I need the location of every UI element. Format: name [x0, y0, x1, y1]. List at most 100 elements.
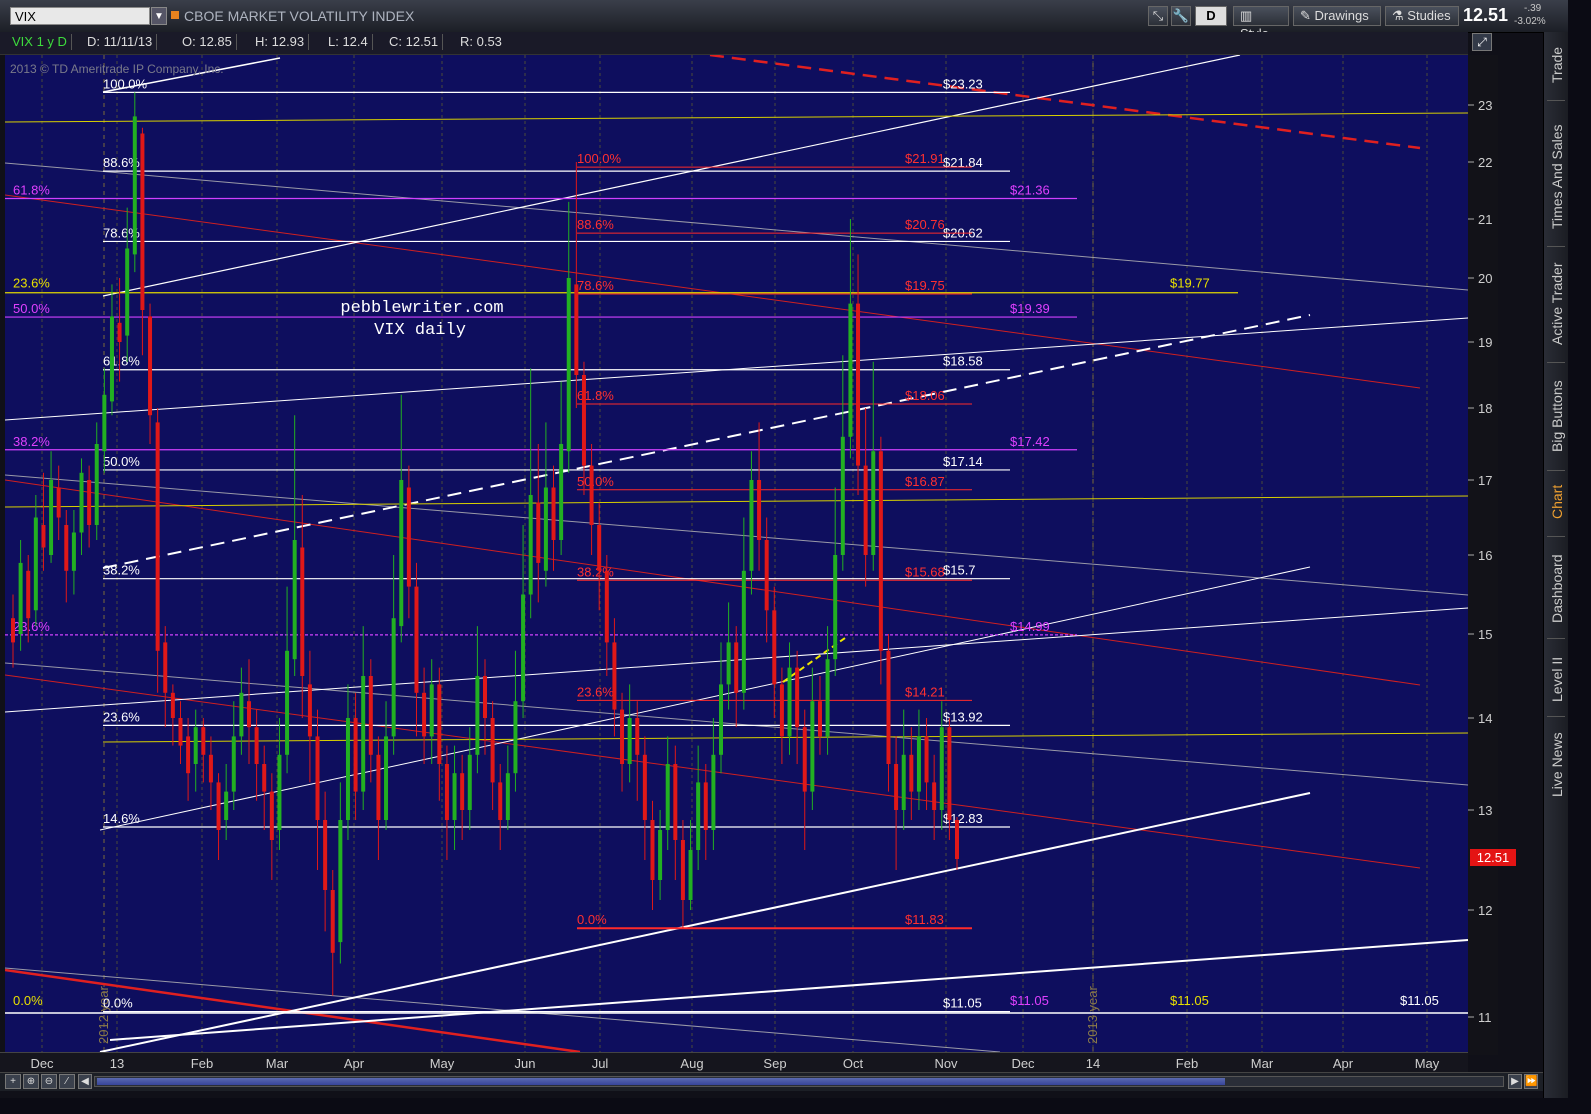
- candle-body: [521, 594, 526, 702]
- date-axis-label: 13: [110, 1056, 124, 1071]
- studies-menu-button[interactable]: ⚗ Studies: [1385, 6, 1459, 26]
- candle-body: [132, 116, 137, 255]
- symbol-input[interactable]: [10, 7, 150, 25]
- year-marker-2013: 2013 year: [1085, 986, 1100, 1044]
- watermark-line-1: pebblewriter.com: [340, 299, 503, 318]
- candle-body: [437, 684, 442, 764]
- drawing-tool-button[interactable]: ⤡: [1148, 6, 1168, 26]
- candle[interactable]: [132, 92, 137, 273]
- bar-low: L: 12.4: [328, 34, 373, 50]
- candle-body: [597, 525, 602, 571]
- candle-body: [642, 754, 647, 820]
- fib-white-percent: 14.6%: [103, 811, 140, 826]
- candle-body: [528, 495, 533, 595]
- candle-body: [18, 562, 23, 634]
- date-axis-label: Apr: [1333, 1056, 1354, 1071]
- candle-body: [749, 480, 754, 571]
- candle-body: [414, 586, 419, 693]
- candle-body: [795, 667, 800, 728]
- time-scrollbar[interactable]: [94, 1076, 1504, 1087]
- drawings-label: Drawings: [1314, 8, 1369, 23]
- right-price-label: $11.05: [1400, 993, 1439, 1008]
- side-divider: [1547, 470, 1565, 471]
- side-tab-live-news[interactable]: Live News: [1546, 724, 1568, 806]
- fib-red-percent: 50.0%: [577, 474, 614, 489]
- candle-body: [856, 303, 861, 466]
- candle-body: [201, 727, 206, 755]
- arrow-left-icon: ◀: [81, 1076, 89, 1087]
- bar-close: C: 12.51: [389, 34, 444, 50]
- fib-white-price: $18.58: [943, 354, 983, 369]
- symbol-dropdown-button[interactable]: ▼: [151, 7, 167, 25]
- candle-body: [559, 444, 564, 540]
- symbol-description: CBOE MARKET VOLATILITY INDEX: [184, 8, 415, 24]
- draw-line-button[interactable]: ⁄: [59, 1074, 75, 1089]
- fib-white-percent: 23.6%: [103, 709, 140, 724]
- price-chart[interactable]: 2012 year 2013 year 100.0% $23.23 88.6% $21.8…: [5, 55, 1492, 1054]
- date-axis[interactable]: Dec 13 Feb Mar Apr May Jun Jul Aug Sep Oct Nov Dec 14…: [0, 1052, 1468, 1073]
- percent-change: -3.02%: [1514, 16, 1546, 27]
- side-tab-chart[interactable]: Chart: [1546, 476, 1568, 528]
- zoom-out-button[interactable]: ⊖: [41, 1074, 57, 1089]
- zoom-in-button[interactable]: ⊕: [23, 1074, 39, 1089]
- scroll-left-button[interactable]: ◀: [78, 1074, 92, 1089]
- side-tab-active-trader[interactable]: Active Trader: [1546, 252, 1568, 356]
- side-tab-level-ii[interactable]: Level II: [1546, 646, 1568, 712]
- last-price: 12.51: [1463, 5, 1509, 25]
- scroll-end-button[interactable]: ⏩: [1524, 1074, 1538, 1089]
- side-tab-times-and-sales[interactable]: Times And Sales: [1546, 112, 1568, 242]
- candle-body: [125, 248, 130, 336]
- price-axis-label: 11: [1478, 1010, 1492, 1025]
- scroll-right-button[interactable]: ▶: [1508, 1074, 1522, 1089]
- fib-red-percent: 0.0%: [577, 912, 607, 927]
- fib-yellow-percent: 23.6%: [13, 276, 50, 291]
- candle-body: [376, 754, 381, 820]
- candle-body: [399, 480, 404, 627]
- fib-red-price: $14.21: [905, 684, 945, 699]
- candle-body: [680, 840, 685, 900]
- chart-bottom-bar: + ⊕ ⊖ ⁄ ◀ ▶ ⏩: [0, 1072, 1543, 1091]
- candle-body: [536, 502, 541, 563]
- style-menu-button[interactable]: ▥ Style: [1233, 6, 1289, 41]
- fib-magenta-price: $21.36: [1010, 182, 1050, 197]
- side-tab-trade[interactable]: Trade: [1546, 38, 1568, 92]
- chart-period-label[interactable]: VIX 1 y D: [12, 34, 72, 50]
- aggregation-button[interactable]: D: [1195, 6, 1227, 26]
- candle[interactable]: [155, 408, 160, 693]
- date-axis-label: Nov: [934, 1056, 958, 1071]
- candle-body: [247, 701, 251, 728]
- chevron-down-icon: ▼: [154, 11, 164, 22]
- candle-body: [581, 375, 586, 466]
- candle-body: [460, 773, 465, 810]
- date-axis-label: Jun: [515, 1056, 536, 1071]
- bar-info-row: VIX 1 y D D: 11/11/13 O: 12.85 H: 12.93 …: [0, 32, 1468, 55]
- candle-body: [620, 709, 625, 764]
- candle-body: [79, 472, 84, 533]
- price-axis-label: 18: [1478, 401, 1492, 416]
- candle-body: [117, 322, 122, 342]
- plot-background: [5, 55, 1468, 1052]
- chart-expand-button[interactable]: ⤢: [1472, 33, 1492, 51]
- expand-icon: ⤢: [1477, 35, 1487, 49]
- price-axis-label: 21: [1478, 212, 1492, 227]
- candle-body: [719, 684, 723, 755]
- candle-body: [848, 303, 853, 437]
- candle-body: [148, 316, 153, 416]
- candle-body: [779, 684, 784, 737]
- candle[interactable]: [878, 436, 883, 685]
- scrollbar-thumb[interactable]: [97, 1078, 1225, 1085]
- expand-button[interactable]: +: [5, 1074, 21, 1089]
- candle-body: [627, 718, 632, 764]
- candle-body: [658, 830, 663, 880]
- candle-body: [566, 278, 571, 452]
- side-tab-dashboard[interactable]: Dashboard: [1546, 544, 1568, 634]
- settings-button[interactable]: 🔧: [1171, 6, 1191, 26]
- date-axis-canvas: Dec 13 Feb Mar Apr May Jun Jul Aug Sep Oct Nov Dec 14…: [30, 1056, 1439, 1071]
- candle-body: [391, 618, 396, 737]
- bar-high: H: 12.93: [255, 34, 310, 50]
- candle-body: [239, 692, 244, 737]
- fib-red-price: $18.06: [905, 388, 945, 403]
- candle-body: [894, 764, 899, 810]
- drawings-menu-button[interactable]: ✎ Drawings: [1293, 6, 1381, 26]
- side-tab-big-buttons[interactable]: Big Buttons: [1546, 368, 1568, 464]
